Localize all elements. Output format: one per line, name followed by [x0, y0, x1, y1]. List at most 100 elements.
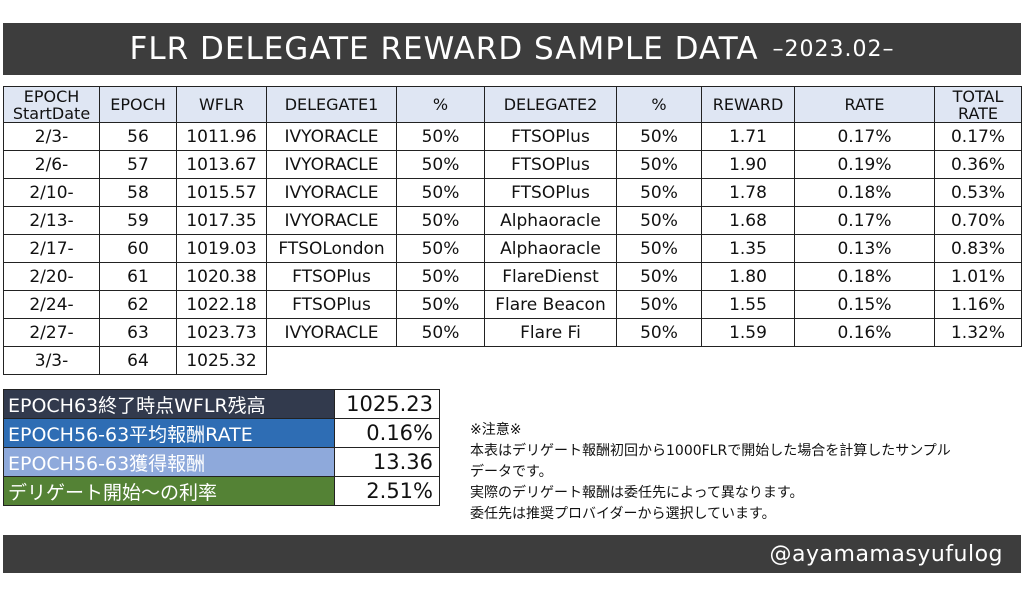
table-cell: 0.17%	[794, 122, 935, 151]
empty-cell	[617, 347, 702, 375]
table-cell: 0.18%	[794, 262, 935, 291]
table-cell: 50%	[616, 150, 702, 179]
table-row: 2/6- 57 1013.67 IVYORACLE 50% FTSOPlus 50% 1.90…	[3, 150, 1022, 179]
table-row: 2/3- 56 1011.96 IVYORACLE 50% FTSOPlus 50% 1.71…	[3, 122, 1022, 151]
table-cell: 1020.38	[176, 262, 267, 291]
table-cell: 3/3-	[3, 346, 100, 375]
table-cell: 63	[99, 318, 177, 347]
table-cell: 1.35	[701, 234, 795, 263]
table-cell: 0.15%	[794, 290, 935, 319]
table-cell: 2/27-	[3, 318, 100, 347]
empty-cell	[267, 347, 397, 375]
table-cell: 1022.18	[176, 290, 267, 319]
page-title: FLR DELEGATE REWARD SAMPLE DATA	[129, 31, 759, 67]
summary-row: EPOCH56-63獲得報酬 13.36	[3, 447, 440, 477]
table-cell: 0.36%	[934, 150, 1022, 179]
summary-value: 2.51%	[334, 476, 440, 506]
table-cell: 1.78	[701, 178, 795, 207]
table-cell: 1013.67	[176, 150, 267, 179]
table-cell: 1017.35	[176, 206, 267, 235]
page-subtitle: –2023.02–	[772, 36, 895, 62]
column-header-text: RATE	[844, 95, 885, 114]
column-header: REWARD	[701, 86, 795, 123]
summary-row: デリゲート開始～の利率 2.51%	[3, 476, 440, 506]
column-header: TOTAL RATE	[934, 86, 1022, 123]
table-cell: 1011.96	[176, 122, 267, 151]
table-cell: 1.90	[701, 150, 795, 179]
column-header-text: EPOCH	[110, 95, 166, 114]
table-cell: 1.80	[701, 262, 795, 291]
column-header: DELEGATE2	[484, 86, 617, 123]
table-cell: 64	[99, 346, 177, 375]
table-cell: FTSOPlus	[484, 150, 617, 179]
column-header: EPOCH StartDate	[3, 86, 100, 123]
column-header: %	[616, 86, 702, 123]
table-cell: 50%	[396, 290, 485, 319]
table-cell: 0.53%	[934, 178, 1022, 207]
table-cell: 1.59	[701, 318, 795, 347]
table-row: 2/10- 58 1015.57 IVYORACLE 50% FTSOPlus 50% 1.7…	[3, 178, 1022, 207]
column-header: RATE	[794, 86, 935, 123]
column-header-text: DELEGATE1	[284, 95, 379, 114]
summary-row: EPOCH56-63平均報酬RATE 0.16%	[3, 418, 440, 448]
table-cell: FlareDienst	[484, 262, 617, 291]
column-header: WFLR	[176, 86, 267, 123]
table-cell: Alphaoracle	[484, 206, 617, 235]
note-line: 本表はデリゲート報酬初回から1000FLRで開始した場合を計算したサンプル	[470, 443, 951, 459]
title-banner: FLR DELEGATE REWARD SAMPLE DATA –2023.02…	[3, 23, 1021, 75]
column-header: EPOCH	[99, 86, 177, 123]
note-line: 委任先は推奨プロバイダーから選択しています。	[470, 506, 776, 522]
table-cell: 57	[99, 150, 177, 179]
table-cell: 1019.03	[176, 234, 267, 263]
table-cell: 50%	[396, 234, 485, 263]
empty-cell	[702, 347, 795, 375]
column-header: DELEGATE1	[266, 86, 397, 123]
table-cell: 1.32%	[934, 318, 1022, 347]
column-header-text: RATE	[957, 103, 999, 123]
summary-label: EPOCH56-63平均報酬RATE	[3, 418, 335, 448]
table-cell: Alphaoracle	[484, 234, 617, 263]
table-cell: IVYORACLE	[266, 318, 397, 347]
summary-label: デリゲート開始～の利率	[3, 476, 335, 506]
table-cell: 1.01%	[934, 262, 1022, 291]
table-cell: 2/17-	[3, 234, 100, 263]
table-cell: 0.17%	[794, 206, 935, 235]
table-cell: FTSOPlus	[484, 122, 617, 151]
table-cell: 50%	[616, 262, 702, 291]
column-header-text: %	[432, 95, 449, 114]
table-body: 2/3- 56 1011.96 IVYORACLE 50% FTSOPlus 50% 1.71…	[3, 122, 1022, 375]
table-cell: FTSOPlus	[266, 262, 397, 291]
table-cell: 50%	[616, 122, 702, 151]
table-cell: 50%	[396, 150, 485, 179]
summary-value: 1025.23	[334, 389, 440, 419]
note-line: データです。	[470, 464, 553, 480]
table-cell: 56	[99, 122, 177, 151]
table-cell: 1.16%	[934, 290, 1022, 319]
table-row: 3/3- 64 1025.32	[3, 346, 1022, 375]
table-cell: 50%	[396, 122, 485, 151]
summary-table: EPOCH63終了時点WFLR残高 1025.23 EPOCH56-63平均報酬RA…	[3, 389, 440, 506]
table-cell: 50%	[616, 178, 702, 207]
summary-row: EPOCH63終了時点WFLR残高 1025.23	[3, 389, 440, 419]
empty-cell	[935, 347, 1022, 375]
reward-table: EPOCH StartDate EPOCH WFLR DELEGATE1% DELEGAT…	[3, 86, 1022, 375]
table-cell: IVYORACLE	[266, 178, 397, 207]
column-header-text: %	[651, 95, 667, 114]
table-cell: 58	[99, 178, 177, 207]
column-header-text: WFLR	[198, 95, 245, 114]
empty-cell	[485, 347, 617, 375]
notes-block: ※注意※ 本表はデリゲート報酬初回から1000FLRで開始した場合を計算したサンプ…	[470, 420, 1015, 525]
table-cell: 1.55	[701, 290, 795, 319]
table-cell: 2/3-	[3, 122, 100, 151]
table-row: 2/13- 59 1017.35 IVYORACLE 50% Alphaoracle 50%…	[3, 206, 1022, 235]
table-cell: 50%	[396, 206, 485, 235]
table-cell: 50%	[396, 262, 485, 291]
table-cell: 2/13-	[3, 206, 100, 235]
table-cell: FTSOLondon	[266, 234, 397, 263]
table-cell: 50%	[396, 318, 485, 347]
table-cell: 2/20-	[3, 262, 100, 291]
table-cell: 50%	[396, 178, 485, 207]
column-header-text: DELEGATE2	[503, 95, 598, 114]
table-cell: IVYORACLE	[266, 122, 397, 151]
table-cell: 2/24-	[3, 290, 100, 319]
